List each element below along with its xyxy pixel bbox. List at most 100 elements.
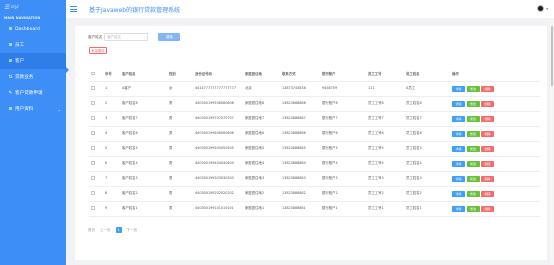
table-row: 8 客户姓名2 男 440300199202020202 家庭居住地2 138238888… bbox=[89, 186, 540, 202]
actions-cell: 详情 修改 删除 bbox=[450, 156, 540, 172]
customer-name-cell: 客户姓名5 bbox=[120, 141, 167, 157]
gender-cell: 男 bbox=[167, 126, 193, 142]
table-header-row: 序号 客户姓名 性别 身份证号码 家庭居住地 联系方式 银行账户 员工工号 员工… bbox=[89, 67, 540, 82]
logo-mark-icon: ☰ bbox=[4, 4, 10, 11]
user-menu[interactable]: ▾ bbox=[537, 5, 548, 12]
sidebar-item-label: 贷款业务 bbox=[15, 75, 34, 80]
sidebar-item-loan-applications[interactable]: ✎ 客户贷款申请 bbox=[0, 85, 66, 101]
row-checkbox[interactable] bbox=[89, 81, 103, 97]
detail-button[interactable]: 详情 bbox=[452, 130, 465, 137]
row-checkbox[interactable] bbox=[89, 141, 103, 157]
gender-cell: 男 bbox=[167, 96, 193, 112]
edit-button[interactable]: 修改 bbox=[466, 130, 480, 137]
grid-icon: ⊞ bbox=[8, 58, 13, 64]
pagination: 首页 上一页 1 下一页 bbox=[88, 227, 137, 233]
id-number-cell: 440300199505050505 bbox=[193, 141, 243, 157]
delete-button[interactable]: 删除 bbox=[481, 160, 494, 167]
row-checkbox[interactable] bbox=[89, 111, 103, 127]
column-header: 身份证号码 bbox=[193, 67, 243, 82]
row-checkbox[interactable] bbox=[89, 171, 103, 187]
row-checkbox[interactable] bbox=[89, 156, 103, 172]
chevron-down-icon[interactable]: ▾ bbox=[546, 7, 548, 11]
delete-button[interactable]: 删除 bbox=[481, 85, 494, 92]
search-input[interactable] bbox=[104, 33, 149, 41]
row-checkbox[interactable] bbox=[89, 126, 103, 142]
delete-button[interactable]: 删除 bbox=[481, 115, 494, 122]
employee-name-cell: 员工姓名8 bbox=[404, 96, 450, 112]
delete-button[interactable]: 删除 bbox=[481, 205, 494, 212]
bank-account-cell: 银行账户5 bbox=[320, 141, 366, 157]
avatar[interactable] bbox=[537, 5, 545, 12]
row-checkbox[interactable] bbox=[89, 201, 103, 217]
scrollbar-thumb[interactable] bbox=[550, 26, 554, 86]
edit-button[interactable]: 修改 bbox=[466, 205, 480, 212]
sidebar-item-loans[interactable]: ⇅ 贷款业务 bbox=[0, 69, 66, 85]
table-row: 4 客户姓名6 男 440300199606060606 家庭居住地6 138238888… bbox=[89, 126, 540, 142]
delete-button[interactable]: 删除 bbox=[481, 100, 494, 107]
residence-cell: 家庭居住地6 bbox=[243, 126, 280, 142]
phone-cell: 13823888884 bbox=[280, 156, 320, 172]
row-checkbox[interactable] bbox=[89, 186, 103, 202]
next-page-link[interactable]: 下一页 bbox=[127, 228, 138, 233]
detail-button[interactable]: 详情 bbox=[452, 160, 465, 167]
page-scrollbar[interactable] bbox=[550, 18, 554, 265]
sidebar-item-dashboard[interactable]: ⊞ Dashboard bbox=[0, 21, 66, 37]
customer-table: 序号 客户姓名 性别 身份证号码 家庭居住地 联系方式 银行账户 员工工号 员工… bbox=[89, 67, 540, 217]
main-panel: 客户姓名 搜索 批量删除 序号 客户姓名 性别 身份证号码 家庭居住地 联系方式… bbox=[75, 26, 547, 260]
batch-delete-button[interactable]: 批量删除 bbox=[89, 47, 107, 54]
employee-id-cell: 员工工号8 bbox=[366, 96, 404, 112]
gender-cell: 男 bbox=[167, 156, 193, 172]
residence-cell: 家庭居住地1 bbox=[243, 201, 280, 217]
dashboard-icon: ⊞ bbox=[8, 26, 13, 32]
search-label: 客户姓名 bbox=[88, 34, 103, 39]
delete-button[interactable]: 删除 bbox=[481, 130, 494, 137]
edit-button[interactable]: 修改 bbox=[466, 100, 480, 107]
delete-button[interactable]: 删除 bbox=[481, 190, 494, 197]
employee-name-cell: 员工姓名4 bbox=[404, 156, 450, 172]
detail-button[interactable]: 详情 bbox=[452, 115, 465, 122]
grid-icon: ⊞ bbox=[8, 106, 13, 112]
first-page-link[interactable]: 首页 bbox=[88, 228, 95, 233]
search-button[interactable]: 搜索 bbox=[158, 33, 181, 41]
actions-cell: 详情 修改 删除 bbox=[450, 126, 540, 142]
row-checkbox[interactable] bbox=[89, 96, 103, 112]
employee-name-cell: 员工姓名7 bbox=[404, 111, 450, 127]
header: 基于Javaweb的银行贷款管理系统 ▾ bbox=[66, 0, 554, 18]
delete-button[interactable]: 删除 bbox=[481, 175, 494, 182]
detail-button[interactable]: 详情 bbox=[452, 205, 465, 212]
prev-page-link[interactable]: 上一页 bbox=[100, 228, 111, 233]
id-number-cell: 440300199707070707 bbox=[193, 111, 243, 127]
bank-account-cell: 银行账户3 bbox=[320, 171, 366, 187]
sidebar-item-employees[interactable]: ⊞ 员工 bbox=[0, 37, 66, 53]
bank-account-cell: 银行账户6 bbox=[320, 126, 366, 142]
customer-name-cell: 客户姓名6 bbox=[120, 126, 167, 142]
employee-name-cell: 员工姓名6 bbox=[404, 126, 450, 142]
pen-icon: ✎ bbox=[8, 90, 13, 96]
select-all-checkbox[interactable] bbox=[89, 67, 103, 82]
logo-text: ziyi bbox=[10, 5, 19, 10]
detail-button[interactable]: 详情 bbox=[452, 145, 465, 152]
detail-button[interactable]: 详情 bbox=[452, 175, 465, 182]
customer-name-cell: 客户姓名8 bbox=[120, 96, 167, 112]
edit-button[interactable]: 修改 bbox=[466, 145, 480, 152]
detail-button[interactable]: 详情 bbox=[452, 100, 465, 107]
id-number-cell: 440300199303030303 bbox=[193, 171, 243, 187]
id-number-cell: 440300199202020202 bbox=[193, 186, 243, 202]
table-row: 3 客户姓名7 男 440300199707070707 家庭居住地7 138238888… bbox=[89, 111, 540, 127]
edit-button[interactable]: 修改 bbox=[466, 160, 480, 167]
detail-button[interactable]: 详情 bbox=[452, 85, 465, 92]
page-number-current[interactable]: 1 bbox=[115, 227, 122, 233]
delete-button[interactable]: 删除 bbox=[481, 145, 494, 152]
edit-button[interactable]: 修改 bbox=[466, 190, 480, 197]
edit-button[interactable]: 修改 bbox=[466, 175, 480, 182]
detail-button[interactable]: 详情 bbox=[452, 190, 465, 197]
sidebar-item-user-profile[interactable]: ⊞ 用户资料 ⌄ bbox=[0, 101, 66, 117]
menu-toggle-icon[interactable] bbox=[70, 6, 77, 12]
id-number-cell: 440300199404040404 bbox=[193, 156, 243, 172]
sidebar-item-customers[interactable]: ⊞ 客户 bbox=[0, 53, 66, 69]
edit-button[interactable]: 修改 bbox=[466, 115, 480, 122]
phone-cell: 13823888883 bbox=[280, 171, 320, 187]
residence-cell: 家庭居住地8 bbox=[243, 96, 280, 112]
edit-button[interactable]: 修改 bbox=[466, 85, 480, 92]
gender-cell: 男 bbox=[167, 186, 193, 202]
